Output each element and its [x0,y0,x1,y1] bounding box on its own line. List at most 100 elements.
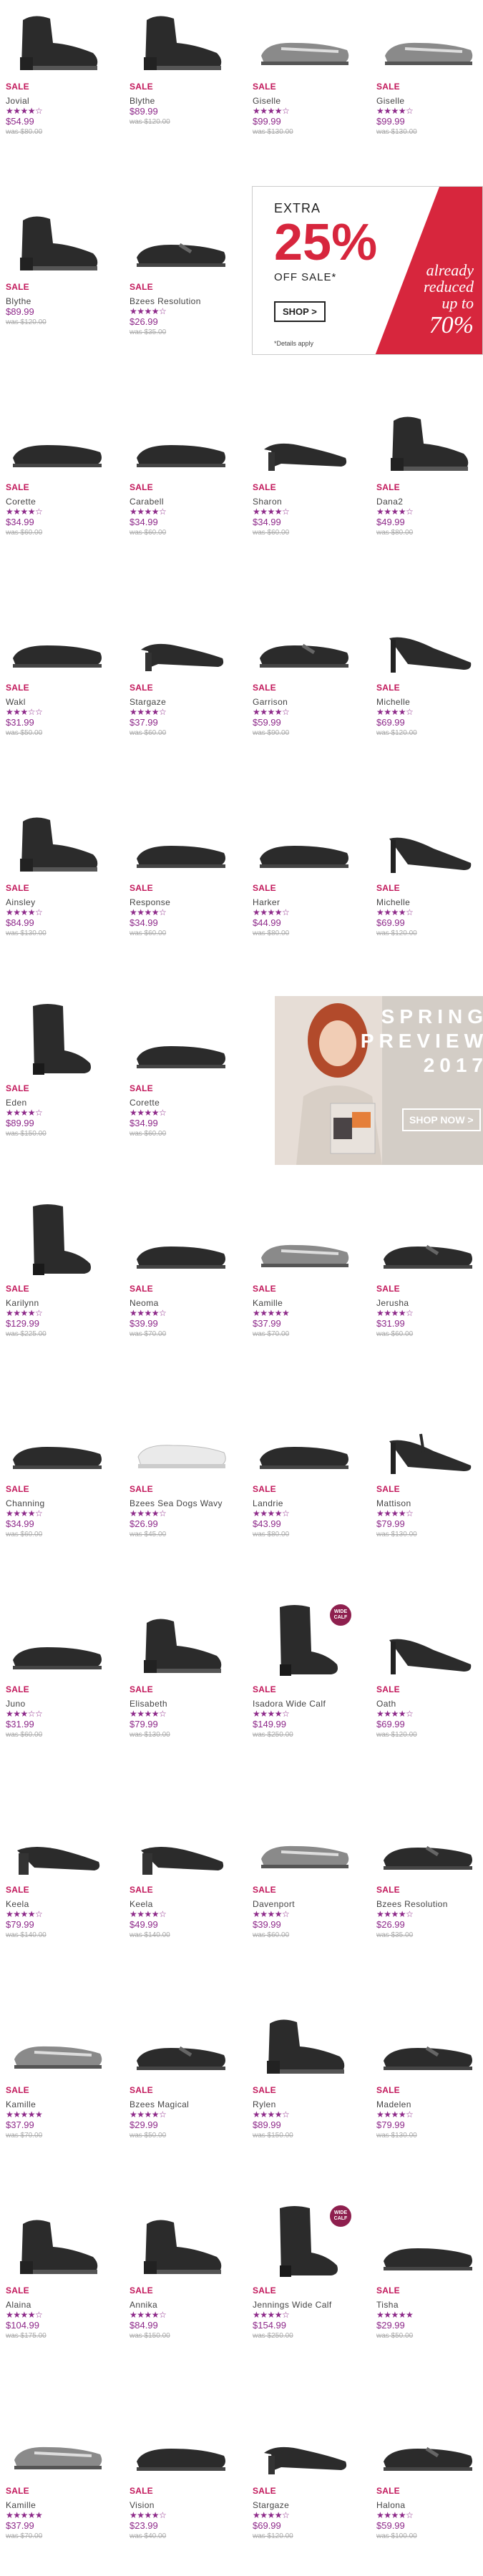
product-image[interactable] [130,1603,233,1680]
product-name[interactable]: Kamille [253,1298,367,1308]
product-image[interactable] [130,1002,233,1079]
product-card[interactable]: SALE Alaina ★★★★☆ $104.99 was $175.00 [6,2204,120,2341]
product-image[interactable] [130,2404,233,2482]
product-card[interactable]: SALE Kamille ★★★★★ $37.99 was $70.00 [6,2004,120,2141]
product-name[interactable]: Bzees Sea Dogs Wavy [130,1498,244,1508]
product-name[interactable]: Corette [130,1098,244,1108]
product-name[interactable]: Garrison [253,697,367,707]
product-card[interactable]: SALE Kamille ★★★★★ $37.99 was $70.00 [253,1202,367,1340]
product-image[interactable] [376,801,479,879]
product-name[interactable]: Keela [6,1899,120,1909]
product-name[interactable]: Blythe [6,296,120,306]
product-card[interactable]: SALE Halona ★★★★☆ $59.99 was $100.00 [376,2404,483,2542]
product-image[interactable] [376,401,479,478]
product-card[interactable]: SALE Giselle ★★★★☆ $99.99 was $130.00 [376,0,483,137]
spring-shop-now-button[interactable]: SHOP NOW > [402,1108,481,1131]
product-image[interactable] [6,0,109,77]
product-name[interactable]: Kamille [6,2500,120,2510]
product-card[interactable]: SALE Response ★★★★☆ $34.99 was $60.00 [130,801,244,939]
product-card[interactable]: SALE Madelen ★★★★☆ $79.99 was $130.00 [376,2004,483,2141]
product-name[interactable]: Harker [253,897,367,907]
product-name[interactable]: Isadora Wide Calf [253,1699,367,1709]
product-name[interactable]: Jerusha [376,1298,483,1308]
product-card[interactable]: WIDE CALF SALE Jennings Wide Calf ★★★★☆ … [253,2204,367,2341]
product-image[interactable] [130,1402,233,1480]
product-name[interactable]: Blythe [130,96,244,106]
product-card[interactable]: SALE Landrie ★★★★☆ $43.99 was $80.00 [253,1402,367,1540]
product-card[interactable]: SALE Garrison ★★★★☆ $59.99 was $90.00 [253,601,367,738]
product-card[interactable]: SALE Elisabeth ★★★★☆ $79.99 was $130.00 [130,1603,244,1740]
product-name[interactable]: Elisabeth [130,1699,244,1709]
product-image[interactable] [253,0,356,77]
product-image[interactable] [6,401,109,478]
product-name[interactable]: Michelle [376,897,483,907]
product-image[interactable] [130,1803,233,1880]
product-name[interactable]: Tisha [376,2300,483,2310]
product-card[interactable]: SALE Jerusha ★★★★☆ $31.99 was $60.00 [376,1202,483,1340]
product-image[interactable] [253,1803,356,1880]
product-image[interactable] [130,0,233,77]
product-card[interactable]: SALE Keela ★★★★☆ $79.99 was $140.00 [6,1803,120,1941]
product-image[interactable] [253,1402,356,1480]
product-name[interactable]: Rylen [253,2099,367,2109]
product-name[interactable]: Eden [6,1098,120,1108]
product-image[interactable] [253,401,356,478]
product-name[interactable]: Michelle [376,697,483,707]
product-image[interactable] [130,2004,233,2081]
product-name[interactable]: Bzees Resolution [376,1899,483,1909]
product-name[interactable]: Landrie [253,1498,367,1508]
product-name[interactable]: Neoma [130,1298,244,1308]
product-card[interactable]: SALE Neoma ★★★★☆ $39.99 was $70.00 [130,1202,244,1340]
promo-shop-button[interactable]: SHOP > [274,301,326,322]
product-image[interactable] [253,601,356,678]
product-card[interactable]: SALE Corette ★★★★☆ $34.99 was $60.00 [130,1002,244,1139]
product-name[interactable]: Bzees Magical [130,2099,244,2109]
product-image[interactable] [376,0,479,77]
product-name[interactable]: Corette [6,497,120,507]
product-card[interactable]: SALE Kamille ★★★★★ $37.99 was $70.00 [6,2404,120,2542]
product-card[interactable]: SALE Rylen ★★★★☆ $89.99 was $150.00 [253,2004,367,2141]
product-image[interactable] [130,801,233,879]
product-image[interactable] [6,1603,109,1680]
product-image[interactable] [376,2004,479,2081]
product-image[interactable] [253,1202,356,1279]
product-image[interactable] [6,1402,109,1480]
product-card[interactable]: SALE Blythe $89.99 was $120.00 [6,200,120,328]
product-image[interactable] [130,601,233,678]
product-card[interactable]: SALE Ainsley ★★★★☆ $84.99 was $130.00 [6,801,120,939]
product-image[interactable] [376,1603,479,1680]
product-name[interactable]: Stargaze [253,2500,367,2510]
product-card[interactable]: SALE Carabell ★★★★☆ $34.99 was $60.00 [130,401,244,538]
extra-25-off-promo-banner[interactable]: EXTRA 25% OFF SALE* SHOP > *Details appl… [252,186,483,355]
product-image[interactable] [130,2204,233,2281]
product-name[interactable]: Davenport [253,1899,367,1909]
product-card[interactable]: SALE Stargaze ★★★★☆ $69.99 was $120.00 [253,2404,367,2542]
product-name[interactable]: Alaina [6,2300,120,2310]
product-image[interactable] [376,1402,479,1480]
product-image[interactable] [376,1202,479,1279]
product-card[interactable]: SALE Juno ★★★☆☆ $31.99 was $60.00 [6,1603,120,1740]
product-name[interactable]: Giselle [253,96,367,106]
product-image[interactable] [253,801,356,879]
product-image[interactable] [6,200,109,278]
product-name[interactable]: Halona [376,2500,483,2510]
product-card[interactable]: SALE Annika ★★★★☆ $84.99 was $150.00 [130,2204,244,2341]
product-card[interactable]: SALE Stargaze ★★★★☆ $37.99 was $60.00 [130,601,244,738]
product-image[interactable] [6,1002,109,1079]
product-name[interactable]: Vision [130,2500,244,2510]
product-image[interactable] [6,1202,109,1279]
product-name[interactable]: Response [130,897,244,907]
product-card[interactable]: SALE Michelle ★★★★☆ $69.99 was $120.00 [376,801,483,939]
product-card[interactable]: SALE Vision ★★★★☆ $23.99 was $40.00 [130,2404,244,2542]
product-card[interactable]: SALE Giselle ★★★★☆ $99.99 was $130.00 [253,0,367,137]
product-card[interactable]: SALE Bzees Resolution ★★★★☆ $26.99 was $… [376,1803,483,1941]
product-image[interactable] [376,2204,479,2281]
product-card[interactable]: SALE Blythe $89.99 was $120.00 [130,0,244,127]
product-card[interactable]: SALE Oath ★★★★☆ $69.99 was $120.00 [376,1603,483,1740]
product-card[interactable]: SALE Bzees Sea Dogs Wavy ★★★★☆ $26.99 wa… [130,1402,244,1540]
product-image[interactable] [376,601,479,678]
product-card[interactable]: SALE Bzees Resolution ★★★★☆ $26.99 was $… [130,200,244,338]
product-name[interactable]: Madelen [376,2099,483,2109]
product-image[interactable]: WIDE CALF [253,1603,356,1680]
product-card[interactable]: SALE Jovial ★★★★☆ $54.99 was $80.00 [6,0,120,137]
